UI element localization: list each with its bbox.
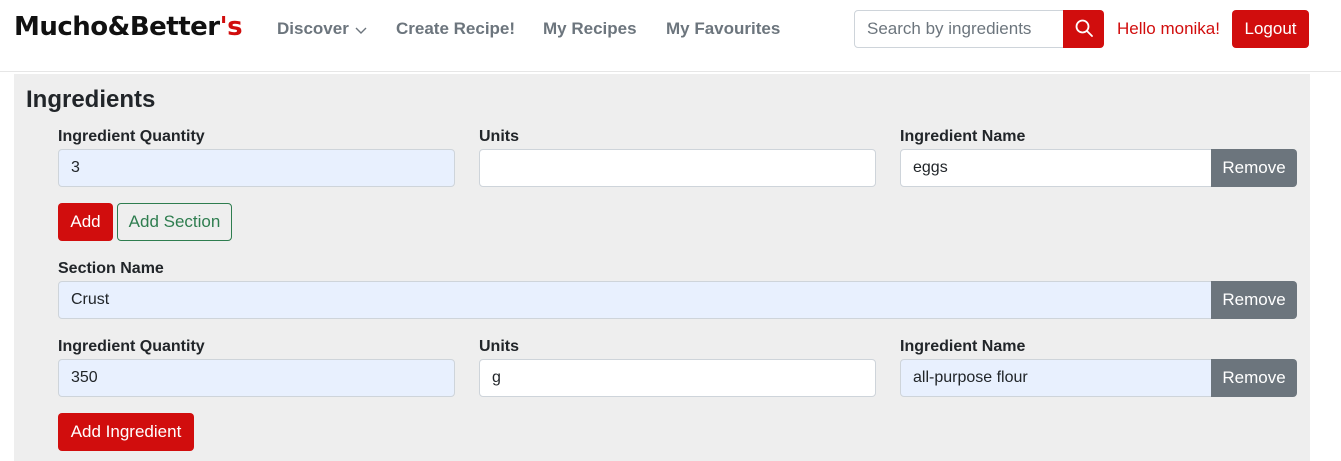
- remove-section-button[interactable]: Remove: [1211, 281, 1297, 319]
- units-label: Units: [479, 128, 519, 145]
- section-name-label: Section Name: [58, 260, 164, 277]
- quantity-label: Ingredient Quantity: [58, 338, 205, 355]
- add-button[interactable]: Add: [58, 203, 113, 241]
- units-label: Units: [479, 338, 519, 355]
- quantity-input[interactable]: [58, 359, 455, 397]
- remove-ingredient-button[interactable]: Remove: [1211, 149, 1297, 187]
- logout-button[interactable]: Logout: [1232, 10, 1309, 48]
- units-input[interactable]: [479, 359, 876, 397]
- nav-create-recipe[interactable]: Create Recipe!: [396, 19, 515, 39]
- brand-name: Mucho&Better: [14, 12, 220, 42]
- nav-my-favourites[interactable]: My Favourites: [666, 19, 780, 39]
- search-input[interactable]: [854, 10, 1064, 48]
- ingredient-name-input[interactable]: [900, 359, 1212, 397]
- search-icon: [1075, 19, 1093, 40]
- nav-discover-label: Discover: [277, 19, 349, 38]
- nav-my-recipes[interactable]: My Recipes: [543, 19, 637, 39]
- section-name-input[interactable]: [58, 281, 1212, 319]
- nav-discover-dropdown[interactable]: Discover: [277, 19, 367, 40]
- user-greeting: Hello monika!: [1117, 19, 1220, 38]
- remove-ingredient-button[interactable]: Remove: [1211, 359, 1297, 397]
- quantity-label: Ingredient Quantity: [58, 128, 205, 145]
- ingredient-name-input[interactable]: [900, 149, 1212, 187]
- brand-suffix: 's: [219, 12, 243, 42]
- add-section-button[interactable]: Add Section: [117, 203, 232, 241]
- navbar: Mucho&Better's Discover Create Recipe! M…: [0, 0, 1341, 72]
- ingredient-name-label: Ingredient Name: [900, 128, 1026, 145]
- search-button[interactable]: [1063, 10, 1104, 48]
- chevron-down-icon: [355, 20, 367, 40]
- add-ingredient-button[interactable]: Add Ingredient: [58, 413, 194, 451]
- brand-logo[interactable]: Mucho&Better's: [14, 12, 243, 42]
- quantity-input[interactable]: [58, 149, 455, 187]
- units-input[interactable]: [479, 149, 876, 187]
- ingredients-heading: Ingredients: [26, 86, 156, 113]
- ingredients-panel: [14, 74, 1310, 461]
- ingredient-name-label: Ingredient Name: [900, 338, 1026, 355]
